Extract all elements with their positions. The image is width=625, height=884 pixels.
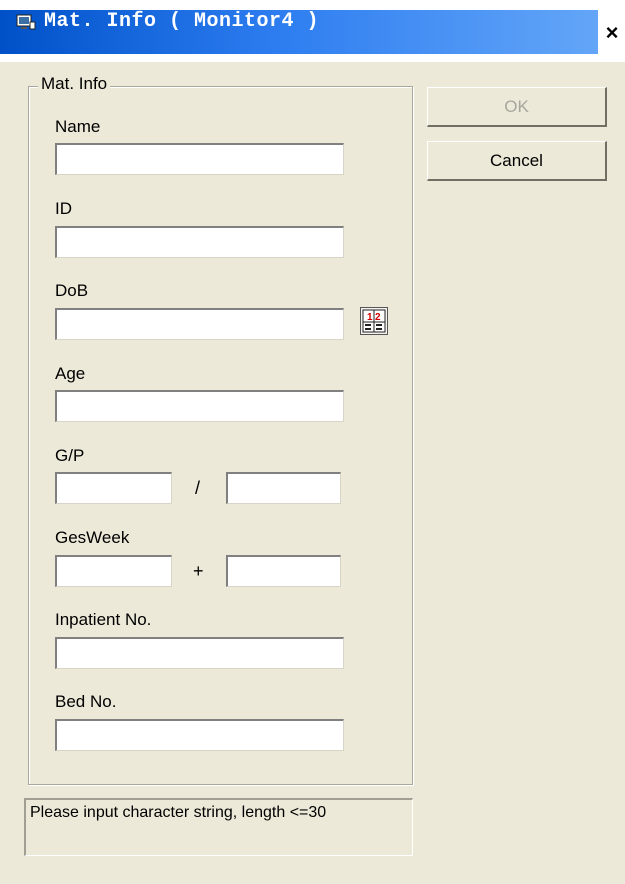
bed-no-label: Bed No.: [55, 692, 117, 711]
monitor-icon: [16, 14, 36, 30]
para-field-box: [226, 472, 341, 504]
name-field-box: [55, 143, 344, 175]
cancel-button[interactable]: Cancel: [427, 141, 607, 181]
gesweek-weeks-input[interactable]: [57, 557, 171, 586]
gesweek-weeks-field-box: [55, 555, 172, 587]
id-label: ID: [55, 199, 72, 218]
para-input[interactable]: [228, 474, 340, 503]
dob-label: DoB: [55, 281, 89, 300]
age-label: Age: [55, 364, 86, 383]
calendar-icon[interactable]: 1 2: [360, 307, 388, 335]
age-field-box: [55, 390, 344, 422]
id-input[interactable]: [57, 228, 343, 257]
svg-text:1: 1: [367, 312, 373, 323]
name-input[interactable]: [57, 145, 343, 174]
gesweek-label: GesWeek: [55, 528, 130, 547]
inpatient-no-field-box: [55, 637, 344, 669]
title-bar[interactable]: Mat. Info ( Monitor4 ) ×: [0, 0, 625, 62]
groupbox-legend: Mat. Info: [38, 74, 111, 94]
gesweek-separator: +: [193, 561, 204, 581]
svg-text:2: 2: [375, 312, 381, 323]
id-field-box: [55, 226, 344, 258]
name-label: Name: [55, 117, 101, 136]
close-button[interactable]: ×: [599, 20, 625, 46]
gravida-input[interactable]: [57, 474, 171, 503]
gravida-field-box: [55, 472, 172, 504]
gesweek-days-input[interactable]: [228, 557, 340, 586]
inpatient-no-label: Inpatient No.: [55, 610, 152, 629]
window-title: Mat. Info ( Monitor4 ): [44, 10, 320, 33]
status-message: Please input character string, length <=…: [24, 798, 413, 856]
age-input[interactable]: [57, 392, 343, 421]
ok-button[interactable]: OK: [427, 87, 607, 127]
dob-field-box: [55, 308, 344, 340]
bed-no-input[interactable]: [57, 721, 343, 750]
mat-info-groupbox: [28, 86, 413, 785]
gp-separator: /: [195, 478, 201, 498]
gesweek-days-field-box: [226, 555, 341, 587]
gp-label: G/P: [55, 446, 85, 465]
dob-input[interactable]: [57, 310, 343, 339]
bed-no-field-box: [55, 719, 344, 751]
inpatient-no-input[interactable]: [57, 639, 343, 668]
mat-info-dialog: Mat. Info ( Monitor4 ) × Mat. Info Name …: [0, 0, 625, 884]
